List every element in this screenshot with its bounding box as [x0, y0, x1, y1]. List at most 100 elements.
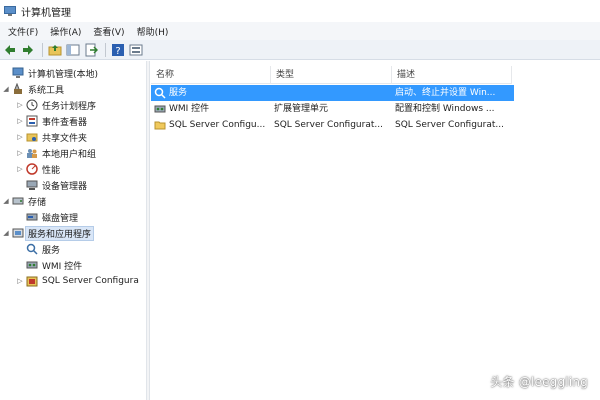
tree-item-event-viewer[interactable]: ▷ 事件查看器 [16, 113, 87, 129]
clock-icon [26, 99, 38, 111]
tree-item-label: 服务和应用程序 [25, 225, 95, 241]
list-item-type: 扩展管理单元 [274, 104, 329, 114]
export-list-icon [85, 43, 98, 56]
disk-icon [26, 213, 38, 221]
tree-item-services[interactable]: 服务 [16, 241, 60, 257]
column-header-row: 名称 类型 描述 [151, 66, 512, 84]
tree-item-label: SQL Server Configura [42, 276, 139, 286]
tree-item-label: 共享文件夹 [42, 133, 88, 144]
title-bar: 计算机管理 [0, 0, 600, 22]
list-item-name: 服务 [169, 88, 188, 98]
list-item-description: SQL Server Configurat... [395, 120, 504, 130]
performance-icon [26, 163, 38, 175]
tree-item-local-users[interactable]: ▷ 本地用户和组 [16, 145, 96, 161]
list-item-name: SQL Server Configu... [169, 120, 266, 130]
sql-config-icon [26, 276, 38, 287]
expand-arrow-icon[interactable]: ▷ [16, 165, 24, 173]
folder-icon [154, 121, 166, 130]
list-item-type [271, 85, 392, 101]
column-header-type[interactable]: 类型 [271, 66, 392, 84]
watermark: 头条 @leeggling [490, 375, 588, 389]
toolbar-separator [105, 42, 106, 57]
up-level-button[interactable] [47, 42, 63, 58]
expand-arrow-icon[interactable]: ◢ [2, 229, 10, 237]
show-hide-tree-icon [66, 44, 80, 55]
tree-item-device-manager[interactable]: 设备管理器 [16, 177, 87, 193]
forward-arrow-icon [23, 44, 33, 55]
column-header-name[interactable]: 名称 [151, 66, 271, 84]
menu-help[interactable]: 帮助(H) [131, 25, 175, 38]
tree-item-label: 磁盘管理 [42, 213, 79, 224]
tree-item-label: 任务计划程序 [42, 101, 97, 112]
svg-text:?: ? [115, 46, 120, 57]
tree-item-label: 计算机管理(本地) [28, 69, 99, 80]
pane-splitter[interactable] [147, 61, 150, 400]
list-item-description: 配置和控制 Windows ... [395, 104, 495, 114]
tree-item-label: WMI 控件 [42, 261, 83, 272]
expand-arrow-icon[interactable]: ▷ [16, 133, 24, 141]
details-list: 名称 类型 描述 服务 启动、终止并设置 Win... WMI 控件 扩展管理单… [151, 61, 600, 400]
column-header-description[interactable]: 描述 [392, 66, 512, 84]
tree-item-disk-management[interactable]: 磁盘管理 [16, 209, 78, 225]
list-cell-name: 服务 [151, 85, 271, 101]
toolbar-separator [42, 42, 43, 57]
expand-arrow-icon[interactable]: ▷ [16, 117, 24, 125]
back-arrow-icon [5, 44, 15, 55]
tree-item-shared-folders[interactable]: ▷ 共享文件夹 [16, 129, 87, 145]
computer-icon [12, 67, 24, 78]
storage-icon [12, 197, 24, 205]
menu-file[interactable]: 文件(F) [2, 25, 44, 38]
wmi-icon [26, 261, 38, 269]
tree-item-task-scheduler[interactable]: ▷ 任务计划程序 [16, 97, 96, 113]
list-item[interactable]: 服务 启动、终止并设置 Win... [151, 85, 514, 101]
tree-item-label: 服务 [42, 245, 61, 256]
list-item[interactable]: SQL Server Configu... SQL Server Configu… [151, 117, 514, 133]
window-title: 计算机管理 [21, 7, 71, 19]
list-cell-name: WMI 控件 [151, 101, 271, 117]
services-icon [26, 243, 38, 255]
tree-item-sql-server-config[interactable]: ▷ SQL Server Configura [16, 273, 139, 289]
list-item[interactable]: WMI 控件 扩展管理单元 配置和控制 Windows ... [151, 101, 514, 117]
menu-action[interactable]: 操作(A) [44, 25, 87, 38]
shared-folder-icon [26, 133, 38, 142]
tree-item-system-tools[interactable]: ◢ 系统工具 [2, 81, 64, 97]
tree-item-performance[interactable]: ▷ 性能 [16, 161, 60, 177]
list-cell-name: SQL Server Configu... [151, 117, 271, 133]
computer-management-icon [4, 5, 16, 17]
properties-icon [129, 44, 143, 55]
list-item-type: SQL Server Configurat... [274, 120, 383, 130]
menu-view[interactable]: 查看(V) [87, 25, 130, 38]
help-icon: ? [112, 43, 124, 57]
tree-item-label: 本地用户和组 [42, 149, 97, 160]
export-list-button[interactable] [83, 42, 99, 58]
tree-item-label: 系统工具 [28, 85, 65, 96]
menu-bar: 文件(F) 操作(A) 查看(V) 帮助(H) [0, 22, 600, 40]
wmi-icon [154, 105, 166, 113]
expand-arrow-icon[interactable]: ▷ [16, 101, 24, 109]
tree-item-label: 存储 [28, 197, 47, 208]
forward-button[interactable] [20, 42, 36, 58]
expand-arrow-icon[interactable]: ▷ [16, 149, 24, 157]
tree-item-wmi-control[interactable]: WMI 控件 [16, 257, 82, 273]
users-icon [27, 149, 37, 158]
list-item-name: WMI 控件 [169, 104, 210, 114]
tree-item-storage[interactable]: ◢ 存储 [2, 193, 46, 209]
expand-arrow-icon[interactable]: ▷ [16, 277, 24, 285]
tools-icon [14, 83, 22, 94]
event-viewer-icon [26, 115, 38, 127]
tree-item-computer-management[interactable]: 计算机管理(本地) [2, 65, 98, 81]
tree-item-services-applications[interactable]: ◢ 服务和应用程序 [2, 225, 95, 241]
services-icon [154, 87, 166, 99]
tree-item-label: 事件查看器 [42, 117, 88, 128]
show-hide-tree-button[interactable] [65, 42, 81, 58]
device-manager-icon [26, 180, 38, 190]
back-button[interactable] [2, 42, 18, 58]
tree-item-label: 性能 [42, 165, 61, 176]
list-item-description: 启动、终止并设置 Win... [395, 88, 496, 98]
expand-arrow-icon[interactable]: ◢ [2, 197, 10, 205]
expand-arrow-icon[interactable]: ◢ [2, 85, 10, 93]
properties-button[interactable] [128, 42, 144, 58]
help-button[interactable]: ? [110, 42, 126, 58]
up-folder-icon [48, 44, 62, 55]
services-apps-icon [12, 228, 24, 238]
